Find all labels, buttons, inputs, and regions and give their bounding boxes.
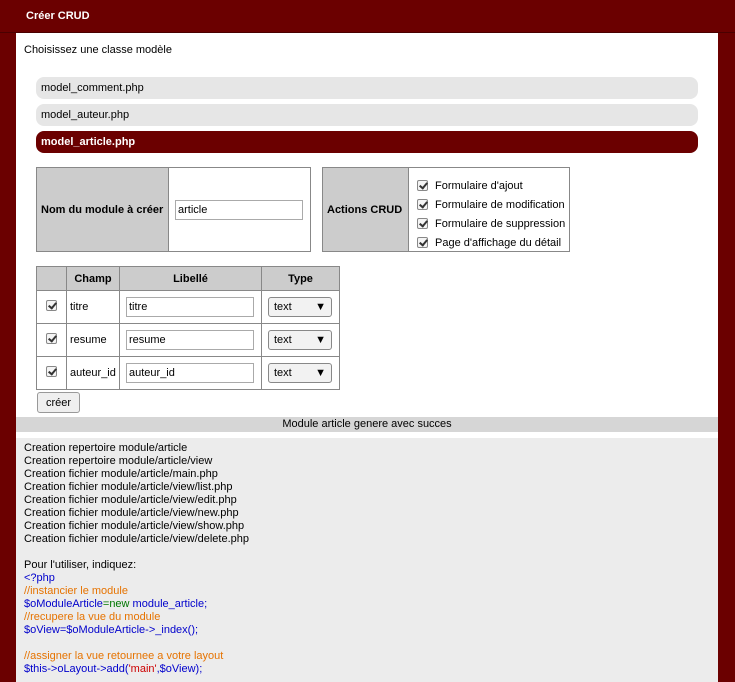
action-option: Page d'affichage du détail <box>417 233 569 252</box>
status-message: Module article genere avec succes <box>16 417 718 432</box>
model-item-auteur[interactable]: model_auteur.php <box>36 104 698 126</box>
action-checkbox-suppression[interactable] <box>417 218 428 229</box>
col-libelle: Libellé <box>119 266 262 291</box>
field-type-select[interactable]: text ▼ <box>268 363 332 383</box>
caret-down-icon: ▼ <box>315 334 326 346</box>
code-line: $oModuleArticle=new module_article; <box>24 598 208 610</box>
caret-down-icon: ▼ <box>315 301 326 313</box>
module-name-label: Nom du module à créer <box>37 168 169 251</box>
field-label-input[interactable] <box>126 330 254 350</box>
field-checkbox[interactable] <box>46 333 57 344</box>
action-option: Formulaire de suppression <box>417 214 569 233</box>
log-line: Creation fichier module/article/view/del… <box>24 533 250 545</box>
table-row: resume text▼ <box>36 323 340 357</box>
fields-header-row: Champ Libellé Type <box>36 266 340 291</box>
code-comment: //recupere la vue du module <box>24 611 161 623</box>
action-option: Formulaire de modification <box>417 195 569 214</box>
field-label-input[interactable] <box>126 297 254 317</box>
model-item-comment[interactable]: model_comment.php <box>36 77 698 99</box>
code-open: <?php <box>24 572 55 584</box>
field-type-select[interactable]: text ▼ <box>268 330 332 350</box>
caret-down-icon: ▼ <box>315 367 326 379</box>
col-champ: Champ <box>66 266 120 291</box>
log-line: Creation repertoire module/article <box>24 442 188 454</box>
module-name-box: Nom du module à créer <box>36 167 311 252</box>
crud-actions-label: Actions CRUD <box>323 168 409 251</box>
model-item-article[interactable]: model_article.php <box>36 131 698 153</box>
action-checkbox-detail[interactable] <box>417 237 428 248</box>
code-comment: //instancier le module <box>24 585 128 597</box>
action-checkbox-modification[interactable] <box>417 199 428 210</box>
field-checkbox[interactable] <box>46 300 57 311</box>
field-name: resume <box>66 323 120 357</box>
field-name: auteur_id <box>66 356 120 390</box>
log-line: Creation fichier module/article/view/edi… <box>24 494 237 506</box>
log-line: Creation repertoire module/article/view <box>24 455 213 467</box>
crud-actions-box: Actions CRUD Formulaire d'ajout Formulai… <box>322 167 570 252</box>
field-type-select[interactable]: text ▼ <box>268 297 332 317</box>
table-row: auteur_id text▼ <box>36 356 340 390</box>
window-title: Créer CRUD <box>26 10 90 22</box>
intro-text: Choisissez une classe modèle <box>24 44 172 56</box>
col-type: Type <box>261 266 340 291</box>
action-checkbox-ajout[interactable] <box>417 180 428 191</box>
main-panel: Choisissez une classe modèle model_comme… <box>16 33 718 682</box>
module-name-input[interactable] <box>175 199 303 220</box>
action-option: Formulaire d'ajout <box>417 176 569 195</box>
log-line: Creation fichier module/article/view/lis… <box>24 481 233 493</box>
log-line: Creation fichier module/article/view/new… <box>24 507 239 519</box>
fields-table: Champ Libellé Type titre text▼ resume te… <box>36 266 340 390</box>
log-line: Creation fichier module/article/main.php <box>24 468 218 480</box>
window-titlebar: Créer CRUD <box>0 0 735 33</box>
usage-intro: Pour l'utiliser, indiquez: <box>24 559 137 571</box>
code-line: $oView=$oModuleArticle->_index(); <box>24 624 199 636</box>
code-comment: //assigner la vue retournee a votre layo… <box>24 650 224 662</box>
log-line: Creation fichier module/article/view/sho… <box>24 520 245 532</box>
field-label-input[interactable] <box>126 363 254 383</box>
field-checkbox[interactable] <box>46 366 57 377</box>
field-name: titre <box>66 290 120 324</box>
table-row: titre text▼ <box>36 290 340 324</box>
output-log: Creation repertoire module/article Creat… <box>16 438 718 682</box>
code-line: $this->oLayout->add('main',$oView); <box>24 663 203 675</box>
create-button[interactable]: créer <box>37 392 80 413</box>
